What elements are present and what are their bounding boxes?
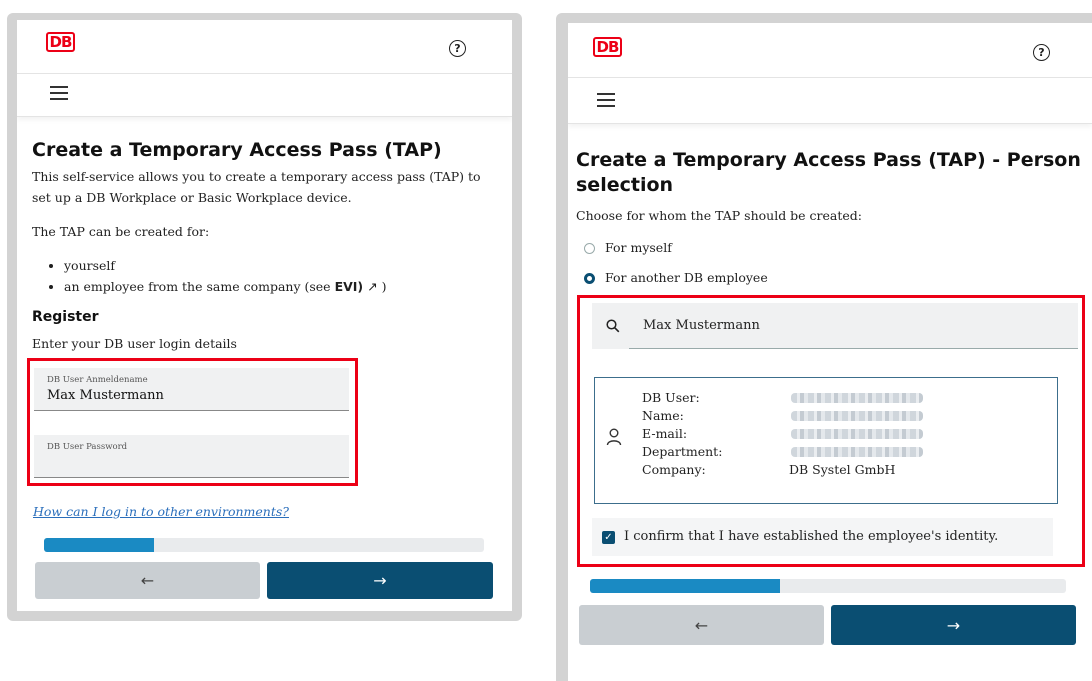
- back-button[interactable]: ←: [35, 562, 260, 599]
- register-subtext: Enter your DB user login details: [32, 336, 237, 351]
- radio-for-another-employee[interactable]: [584, 273, 595, 284]
- external-link-icon[interactable]: ↗: [367, 279, 377, 294]
- left-screen: DB ? Create a Temporary Access Pass (TAP…: [17, 20, 512, 611]
- bullet-list: yourself an employee from the same compa…: [42, 255, 386, 297]
- list-item: yourself: [64, 255, 386, 276]
- right-header: DB ?: [568, 23, 1092, 78]
- page-title-line1: Create a Temporary Access Pass (TAP) - P…: [576, 149, 1081, 171]
- next-button[interactable]: →: [831, 605, 1076, 645]
- radio-for-another-employee-label: For another DB employee: [605, 270, 768, 285]
- right-screen: DB ? Create a Temporary Access Pass (TAP…: [568, 23, 1092, 681]
- page-title: Create a Temporary Access Pass (TAP): [32, 139, 442, 161]
- right-menubar: [568, 78, 1092, 124]
- radio-for-myself-label: For myself: [605, 240, 672, 255]
- list-item: an employee from the same company (see E…: [64, 276, 386, 297]
- intro-text-line2: set up a DB Workplace or Basic Workplace…: [32, 190, 352, 205]
- next-button[interactable]: →: [267, 562, 493, 599]
- left-menubar: [17, 74, 512, 117]
- evi-link[interactable]: EVI): [335, 279, 364, 294]
- instruction-text: Choose for whom the TAP should be create…: [576, 208, 863, 223]
- db-logo[interactable]: DB: [593, 37, 622, 57]
- intro-text-line1: This self-service allows you to create a…: [32, 169, 481, 184]
- progress-fill: [44, 538, 154, 552]
- left-header: DB ?: [17, 20, 512, 74]
- progress-fill: [590, 579, 781, 593]
- hamburger-menu-icon[interactable]: [597, 93, 615, 108]
- highlight-box: [27, 358, 358, 486]
- highlight-box: [577, 295, 1085, 567]
- radio-for-myself[interactable]: [584, 243, 595, 254]
- progress-bar: [590, 579, 1066, 593]
- register-heading: Register: [32, 309, 99, 325]
- back-button[interactable]: ←: [579, 605, 824, 645]
- help-icon[interactable]: ?: [1033, 44, 1050, 61]
- hamburger-menu-icon[interactable]: [50, 86, 68, 101]
- progress-bar: [44, 538, 484, 552]
- page-title-line2: selection: [576, 174, 674, 196]
- help-icon[interactable]: ?: [449, 40, 466, 57]
- created-for-text: The TAP can be created for:: [32, 224, 210, 239]
- db-logo[interactable]: DB: [46, 32, 75, 52]
- help-login-link[interactable]: How can I log in to other environments?: [33, 504, 289, 519]
